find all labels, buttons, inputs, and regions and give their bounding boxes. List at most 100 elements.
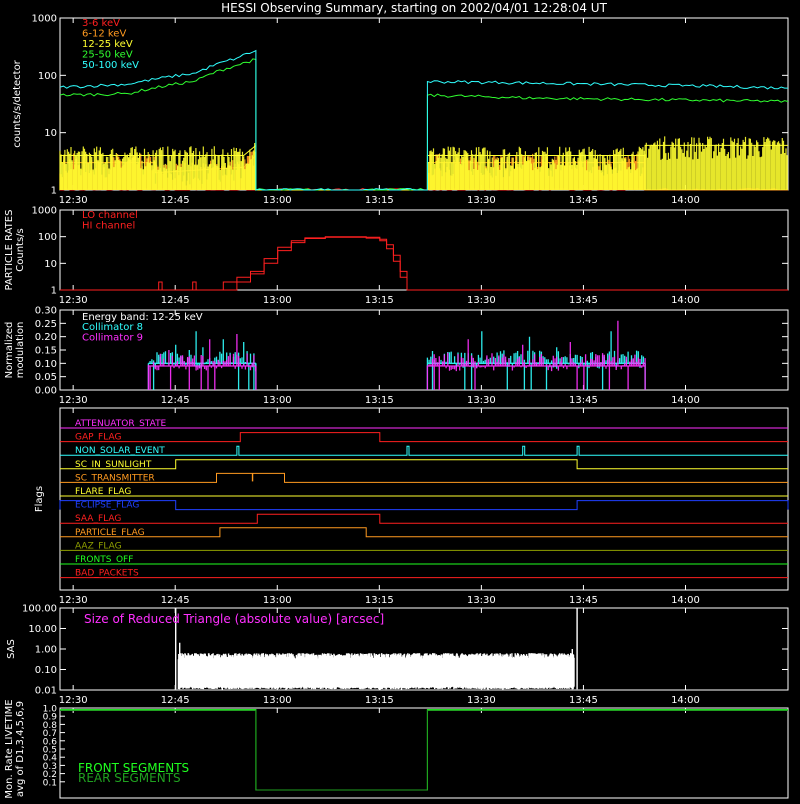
flag-label-4: SC_TRANSMITTER <box>75 473 155 483</box>
modulation-y-tick-label: 0.20 <box>35 332 57 343</box>
sas-x-tick-label: 13:15 <box>365 695 394 706</box>
flag-line-8 <box>60 527 788 538</box>
plot-title: HESSI Observing Summary, starting on 200… <box>221 1 607 15</box>
flag-label-6: ECLIPSE_FLAG <box>75 501 139 511</box>
sas-y-tick-label: 0.01 <box>35 686 57 697</box>
modulation-y-tick-label: 0.10 <box>35 359 57 370</box>
count-rate-legend-1: 6-12 keV <box>82 29 126 40</box>
particle-rates-y-tick-label: 10 <box>44 259 57 270</box>
flag-line-4 <box>60 472 788 483</box>
count-rate-legend-3: 25-50 keV <box>82 50 133 61</box>
particle-rates-x-tick-label: 14:00 <box>671 295 700 306</box>
modulation-y-tick-label: 0.30 <box>35 306 57 317</box>
count-rates-x-tick-label: 13:45 <box>569 195 598 206</box>
flag-label-9: AAZ_FLAG <box>75 541 122 551</box>
particle-rates-x-tick-label: 13:30 <box>467 295 496 306</box>
modulation-y-tick-label: 0.15 <box>35 346 57 357</box>
flags-x-tick-label: 13:45 <box>569 595 598 606</box>
count-rates-x-tick-label: 13:00 <box>263 195 292 206</box>
particle-rates-y-tick-label: 1000 <box>32 206 57 217</box>
count-rates-x-tick-label: 12:30 <box>59 195 88 206</box>
flags-x-tick-label: 14:00 <box>671 595 700 606</box>
modulation-legend-1: Collimator 9 <box>82 333 143 344</box>
count-rates-y-tick-label: 100 <box>38 71 57 82</box>
count-rates-y-tick-label: 1000 <box>32 14 57 25</box>
particle-rates-x-tick-label: 12:45 <box>161 295 190 306</box>
modulation-legend-0: Collimator 8 <box>82 322 143 333</box>
sas-x-tick-label: 14:00 <box>671 695 700 706</box>
modulation-x-tick-label: 14:00 <box>671 395 700 406</box>
count-rates-x-tick-label: 13:15 <box>365 195 394 206</box>
particle-rates-x-tick-label: 13:45 <box>569 295 598 306</box>
sas-annotation: Size of Reduced Triangle (absolute value… <box>84 612 384 626</box>
flag-label-3: SC_IN_SUNLIGHT <box>75 460 152 470</box>
sas-x-tick-label: 12:45 <box>161 695 190 706</box>
flag-label-5: FLARE_FLAG <box>75 487 131 497</box>
sas-y-tick-label: 1.00 <box>35 645 57 656</box>
flag-label-10: FRONTS_OFF <box>75 555 133 565</box>
count-rates-x-tick-label: 12:45 <box>161 195 190 206</box>
particle-rates-x-tick-label: 13:15 <box>365 295 394 306</box>
flag-line-3 <box>60 459 788 470</box>
particle-rate-series-1 <box>60 236 788 291</box>
modulation-y-tick-label: 0.00 <box>35 386 57 397</box>
particle-rates-y-tick-label: 1 <box>51 286 57 297</box>
livetime-y-label: avg of D1,3,4,5,6,9 <box>15 701 26 797</box>
particle-rate-series-0 <box>60 236 788 291</box>
flags-x-tick-label: 13:15 <box>365 595 394 606</box>
flags-x-tick-label: 12:30 <box>59 595 88 606</box>
livetime-y-label: Mon. Rate LIVETIME <box>4 699 15 798</box>
flag-line-6 <box>59 500 789 511</box>
modulation-y-label: modulation <box>15 322 26 379</box>
count-rate-series-2 <box>59 136 788 190</box>
modulation-y-tick-label: 0.25 <box>35 319 57 330</box>
livetime-legend-1: REAR SEGMENTS <box>78 771 181 785</box>
livetime-y-tick-label: 1.0 <box>43 705 58 715</box>
flag-label-0: ATTENUATOR_STATE <box>75 419 167 429</box>
particle-rate-legend-0: LO channel <box>82 210 138 221</box>
particle-rates-y-tick-label: 100 <box>38 232 57 243</box>
flag-label-7: SAA_FLAG <box>75 514 121 524</box>
sas-y-tick-label: 100.00 <box>22 604 57 615</box>
flag-line-1 <box>60 432 788 443</box>
flag-label-8: PARTICLE_FLAG <box>75 528 145 538</box>
particle-rates-x-tick-label: 13:00 <box>263 295 292 306</box>
count-rates-y-label: counts/s/detector <box>12 59 23 147</box>
sas-x-tick-label: 13:45 <box>569 695 598 706</box>
particle-rates-y-label: PARTICLE RATES <box>4 210 15 291</box>
flag-line-7 <box>60 513 788 524</box>
particle-rates-y-label: Counts/s <box>15 228 26 272</box>
modulation-y-tick-label: 0.05 <box>35 372 57 383</box>
count-rates-x-tick-label: 14:00 <box>671 195 700 206</box>
sas-y-tick-label: 0.10 <box>35 665 57 676</box>
count-rates-y-tick-label: 10 <box>44 128 57 139</box>
modulation-x-tick-label: 12:30 <box>59 395 88 406</box>
particle-rates-x-tick-label: 12:30 <box>59 295 88 306</box>
flags-frame <box>59 407 789 591</box>
modulation-y-label: Normalized <box>4 322 15 379</box>
flag-label-2: NON_SOLAR_EVENT <box>75 446 165 456</box>
count-rates-x-tick-label: 13:30 <box>467 195 496 206</box>
sas-x-tick-label: 13:00 <box>263 695 292 706</box>
count-rate-legend-0: 3-6 keV <box>82 18 120 29</box>
flags-x-tick-label: 13:00 <box>263 595 292 606</box>
flags-x-tick-label: 13:30 <box>467 595 496 606</box>
sas-x-tick-label: 13:30 <box>467 695 496 706</box>
modulation-x-tick-label: 13:30 <box>467 395 496 406</box>
summary-plot-canvas: HESSI Observing Summary, starting on 200… <box>4 1 789 799</box>
observing-summary: HESSI Observing Summary, starting on 200… <box>0 0 800 800</box>
particle-rates-frame <box>59 209 789 291</box>
flag-line-2 <box>60 445 788 456</box>
count-rates-y-tick-label: 1 <box>51 186 57 197</box>
modulation-x-tick-label: 13:45 <box>569 395 598 406</box>
count-rate-legend-2: 12-25 keV <box>82 39 133 50</box>
count-rate-legend-4: 50-100 keV <box>82 60 139 71</box>
flags-x-tick-label: 12:45 <box>161 595 190 606</box>
sas-y-tick-label: 10.00 <box>28 624 57 635</box>
particle-rate-legend-1: HI channel <box>82 221 135 232</box>
modulation-x-tick-label: 12:45 <box>161 395 190 406</box>
modulation-x-tick-label: 13:00 <box>263 395 292 406</box>
flag-label-1: GAP_FLAG <box>75 433 121 443</box>
modulation-x-tick-label: 13:15 <box>365 395 394 406</box>
sas-x-tick-label: 12:30 <box>59 695 88 706</box>
